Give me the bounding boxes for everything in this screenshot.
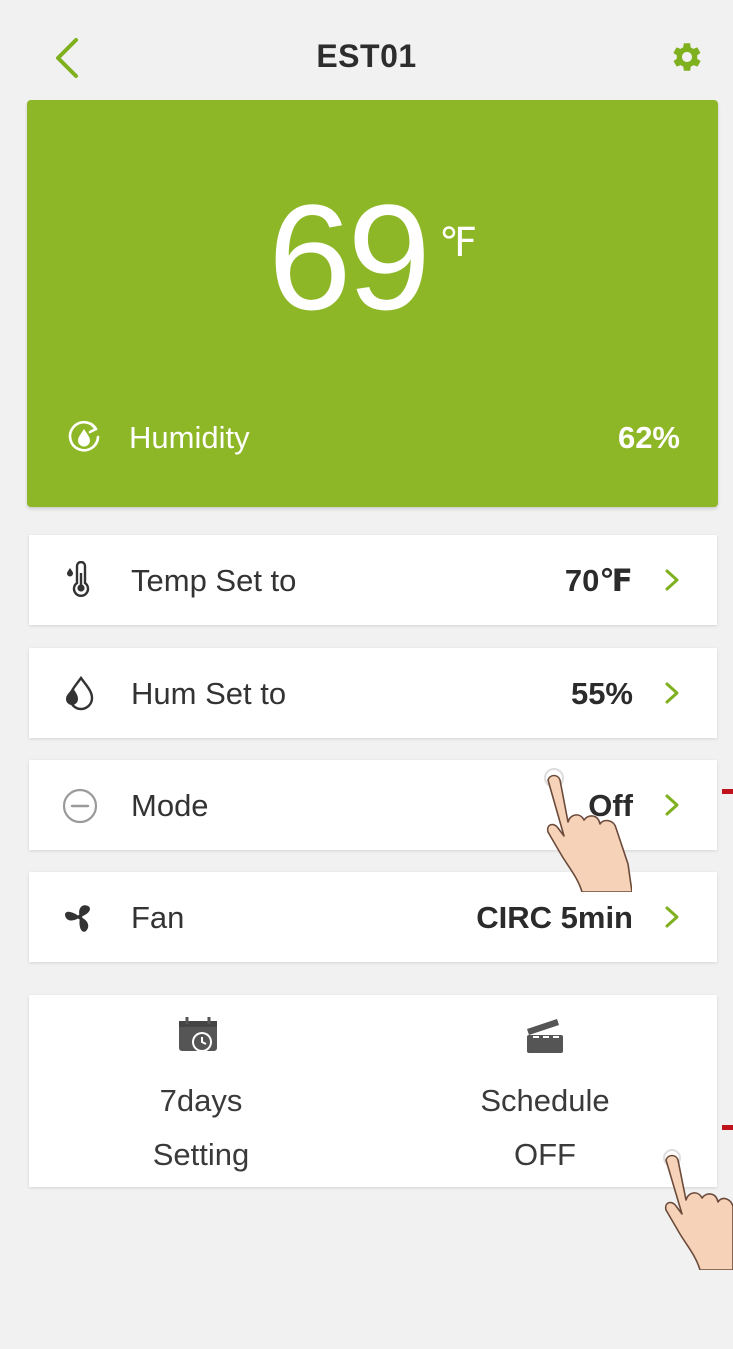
tapping-hand-icon	[663, 1149, 733, 1270]
chevron-right-icon	[665, 569, 679, 591]
fan-label: Fan	[131, 900, 185, 935]
minus-circle-icon	[62, 788, 98, 824]
page-title: EST01	[316, 38, 417, 74]
current-climate-card: 69 ℉ Humidity 62%	[27, 100, 718, 507]
seven-days-label: 7days	[159, 1083, 243, 1118]
current-temperature: 69 ℉	[27, 182, 718, 332]
seven-days-sublabel: Setting	[152, 1137, 250, 1172]
humidity-setpoint-row[interactable]: Hum Set to 55%	[29, 648, 717, 738]
gear-icon	[673, 43, 701, 71]
chevron-right-icon	[665, 682, 679, 704]
calendar-clock-icon	[179, 1017, 217, 1052]
schedule-label: Schedule	[480, 1083, 610, 1118]
temp-setpoint-label: Temp Set to	[131, 563, 297, 598]
temperature-unit: ℉	[438, 221, 477, 265]
humidity-setpoint-value: 55%	[570, 676, 633, 711]
chevron-right-icon	[665, 794, 679, 816]
humidity-label: Humidity	[129, 420, 250, 455]
app-header: EST01	[0, 0, 733, 100]
temp-setpoint-value: 70℉	[564, 563, 633, 598]
humidity-setpoint-label: Hum Set to	[131, 676, 287, 711]
temperature-value: 69	[268, 173, 431, 341]
settings-button[interactable]	[668, 38, 706, 76]
chevron-right-icon	[665, 906, 679, 928]
mode-label: Mode	[131, 788, 209, 823]
annotation-marker	[722, 789, 733, 794]
clapperboard-icon	[527, 1019, 563, 1053]
fan-icon	[65, 905, 90, 932]
humidity-value: 62%	[617, 420, 680, 455]
seven-days-setting-button[interactable]: 7days Setting	[29, 995, 373, 1187]
thermometer-icon	[67, 561, 90, 597]
annotation-marker	[722, 1125, 733, 1130]
humidity-drop-icon	[68, 420, 100, 452]
temp-setpoint-row[interactable]: Temp Set to 70℉	[29, 535, 717, 625]
schedule-card: 7days Setting Schedule OFF	[29, 995, 717, 1187]
water-drops-icon	[66, 675, 94, 711]
fan-value: CIRC 5min	[476, 900, 633, 935]
tapping-hand-icon	[544, 768, 632, 892]
